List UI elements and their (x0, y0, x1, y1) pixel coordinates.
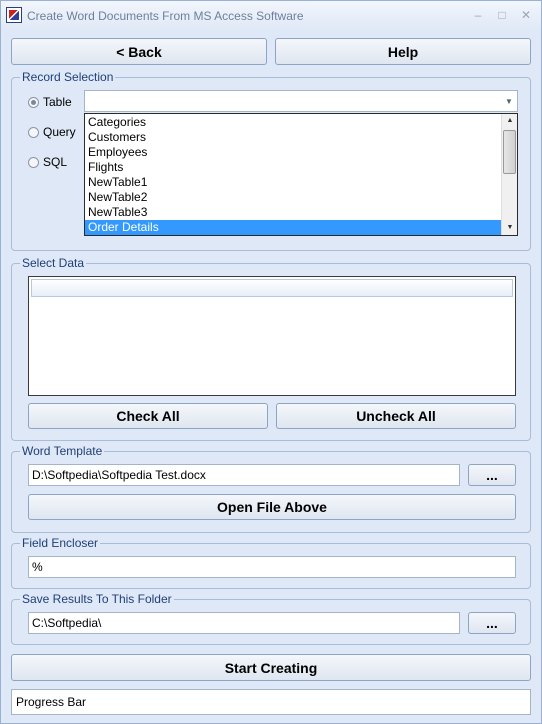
record-selection-group: Record Selection Table Query SQL ▼ Categ… (11, 70, 531, 251)
check-all-button[interactable]: Check All (28, 403, 268, 429)
app-icon (6, 7, 22, 23)
open-file-button[interactable]: Open File Above (28, 494, 516, 520)
save-results-title: Save Results To This Folder (20, 592, 174, 606)
table-radio[interactable]: Table (28, 94, 72, 110)
table-radio-indicator[interactable] (28, 96, 39, 108)
field-encloser-group: Field Encloser % (11, 536, 531, 589)
table-list[interactable]: Categories Customers Employees Flights NewTa… (84, 113, 518, 236)
list-item[interactable]: Employees (85, 145, 501, 160)
uncheck-all-button[interactable]: Uncheck All (276, 403, 516, 429)
sql-radio[interactable]: SQL (28, 154, 67, 170)
close-button[interactable]: ✕ (517, 7, 535, 23)
progress-bar: Progress Bar (11, 689, 531, 715)
list-item[interactable]: NewTable1 (85, 175, 501, 190)
maximize-button[interactable]: □ (493, 7, 511, 23)
list-item[interactable]: Flights (85, 160, 501, 175)
table-combo[interactable]: ▼ (84, 90, 518, 112)
help-button[interactable]: Help (275, 38, 531, 65)
field-encloser-input[interactable]: % (28, 556, 516, 578)
sql-radio-indicator[interactable] (28, 156, 39, 168)
list-item[interactable]: Customers (85, 130, 501, 145)
select-data-group: Select Data Check All Uncheck All (11, 256, 531, 441)
table-list-items: Categories Customers Employees Flights NewTa… (85, 114, 501, 235)
folder-browse-button[interactable]: ... (468, 612, 516, 634)
word-template-title: Word Template (20, 444, 105, 458)
word-template-group: Word Template D:\Softpedia\Softpedia Tes… (11, 444, 531, 533)
list-item[interactable]: Order Details (85, 220, 501, 235)
back-button[interactable]: < Back (11, 38, 267, 65)
query-radio[interactable]: Query (28, 124, 76, 140)
scroll-down-icon[interactable]: ▼ (502, 221, 518, 235)
table-radio-label: Table (43, 95, 72, 109)
list-item[interactable]: NewTable2 (85, 190, 501, 205)
list-item[interactable]: Categories (85, 115, 501, 130)
query-radio-label: Query (43, 125, 76, 139)
template-path-input[interactable]: D:\Softpedia\Softpedia Test.docx (28, 464, 460, 486)
title-bar: Create Word Documents From MS Access Sof… (1, 1, 541, 31)
app-window: Create Word Documents From MS Access Sof… (0, 0, 542, 724)
record-selection-title: Record Selection (20, 70, 116, 84)
sql-radio-label: SQL (43, 155, 68, 169)
select-data-title: Select Data (20, 256, 87, 270)
scroll-up-icon[interactable]: ▲ (502, 114, 518, 128)
list-item[interactable]: NewTable3 (85, 205, 501, 220)
scroll-thumb[interactable] (503, 130, 516, 174)
grid-header (31, 279, 513, 297)
start-creating-button[interactable]: Start Creating (11, 654, 531, 681)
minimize-button[interactable]: – (469, 7, 487, 23)
field-encloser-title: Field Encloser (20, 536, 101, 550)
template-browse-button[interactable]: ... (468, 464, 516, 486)
save-folder-input[interactable]: C:\Softpedia\ (28, 612, 460, 634)
save-results-group: Save Results To This Folder C:\Softpedia… (11, 592, 531, 645)
window-title: Create Word Documents From MS Access Sof… (27, 9, 304, 23)
chevron-down-icon[interactable]: ▼ (501, 91, 517, 111)
list-scrollbar[interactable]: ▲ ▼ (501, 114, 517, 235)
query-radio-indicator[interactable] (28, 126, 39, 138)
data-grid[interactable] (28, 276, 516, 396)
